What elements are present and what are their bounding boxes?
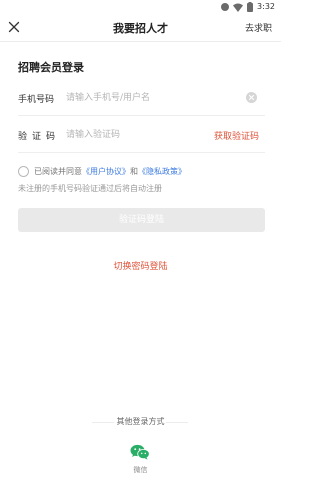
code-label: 验证码 [18,132,61,142]
switch-password-login[interactable]: 切换密码登陆 [0,259,281,272]
clear-input-icon[interactable] [246,92,257,103]
status-time: 3:32 [257,2,275,11]
agree-checkbox[interactable] [18,165,29,177]
agree-prefix: 已阅读并同意 [34,166,82,176]
other-login-title: 其他登录方式 [116,417,165,426]
agreement: 已阅读并同意 《用户协议》 和 《隐私政策》 [18,165,186,177]
other-login-divider: 其他登录方式 [0,416,281,428]
page-title: 我要招人才 [113,22,168,35]
divider-right [166,422,188,423]
status-icons: 3:32 [221,1,275,13]
agree-and: 和 [130,166,138,176]
user-agreement-link[interactable]: 《用户协议》 [82,166,130,177]
get-code-button[interactable]: 获取验证码 [214,129,259,142]
status-bar: 3:32 [0,0,281,14]
signal-icon [221,3,230,11]
wifi-icon [233,3,244,12]
wechat-icon[interactable] [130,444,150,460]
code-input[interactable] [66,125,236,145]
code-row: 验证码 获取验证码 [18,117,265,153]
phone-label: 手机号码 [18,95,55,105]
login-section-title: 招聘会员登录 [18,61,84,74]
job-seeker-link[interactable]: 去求职 [245,21,272,34]
wechat-label: 微信 [133,466,148,474]
phone-input[interactable] [66,88,236,108]
phone-row: 手机号码 [18,80,265,116]
nav-bar: 我要招人才 去求职 [0,14,281,42]
auto-register-hint: 未注册的手机号码验证通过后将自动注册 [18,184,162,193]
battery-icon [247,2,254,12]
privacy-policy-link[interactable]: 《隐私政策》 [138,166,186,177]
code-login-button[interactable]: 验证码登陆 [18,208,265,232]
